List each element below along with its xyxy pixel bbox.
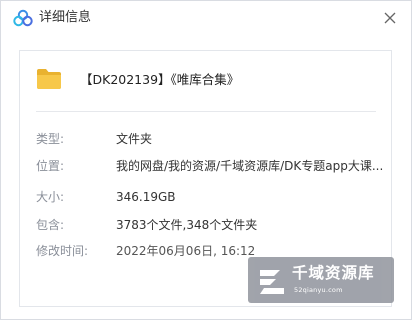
property-label: 类型:	[36, 132, 65, 146]
property-label: 包含:	[36, 218, 65, 232]
details-dialog: 详细信息 【DK202139】《唯库合集》 类型: 文件夹 位置: 我的网盘/我…	[0, 0, 412, 320]
property-row-location: 位置: 我的网盘/我的资源/千域资源库/DK专题app大课...	[36, 158, 384, 174]
property-label: 修改时间:	[36, 244, 89, 258]
property-label: 位置:	[36, 159, 65, 173]
folder-icon	[37, 69, 61, 89]
cloud-logo-icon	[13, 9, 33, 27]
dialog-title: 详细信息	[39, 10, 92, 25]
watermark-name: 千域资源库	[292, 264, 375, 282]
title-bar: 详细信息	[1, 1, 411, 35]
property-row-type: 类型: 文件夹	[36, 131, 381, 147]
divider	[36, 111, 376, 112]
property-value: 我的网盘/我的资源/千域资源库/DK专题app大课...	[116, 159, 384, 173]
watermark-url: 52qianyu.com	[294, 286, 343, 294]
property-label: 大小:	[36, 190, 65, 204]
property-value: 文件夹	[116, 132, 153, 146]
close-icon	[384, 12, 396, 24]
property-row-size: 大小: 346.19GB	[36, 189, 381, 205]
property-value: 346.19GB	[116, 190, 176, 204]
property-value: 3783个文件,348个文件夹	[116, 218, 258, 232]
watermark-logo-icon	[260, 270, 284, 294]
close-button[interactable]	[377, 5, 403, 31]
property-row-contains: 包含: 3783个文件,348个文件夹	[36, 217, 381, 233]
file-name: 【DK202139】《唯库合集》	[80, 72, 240, 87]
watermark: 千域资源库 52qianyu.com	[248, 257, 394, 303]
